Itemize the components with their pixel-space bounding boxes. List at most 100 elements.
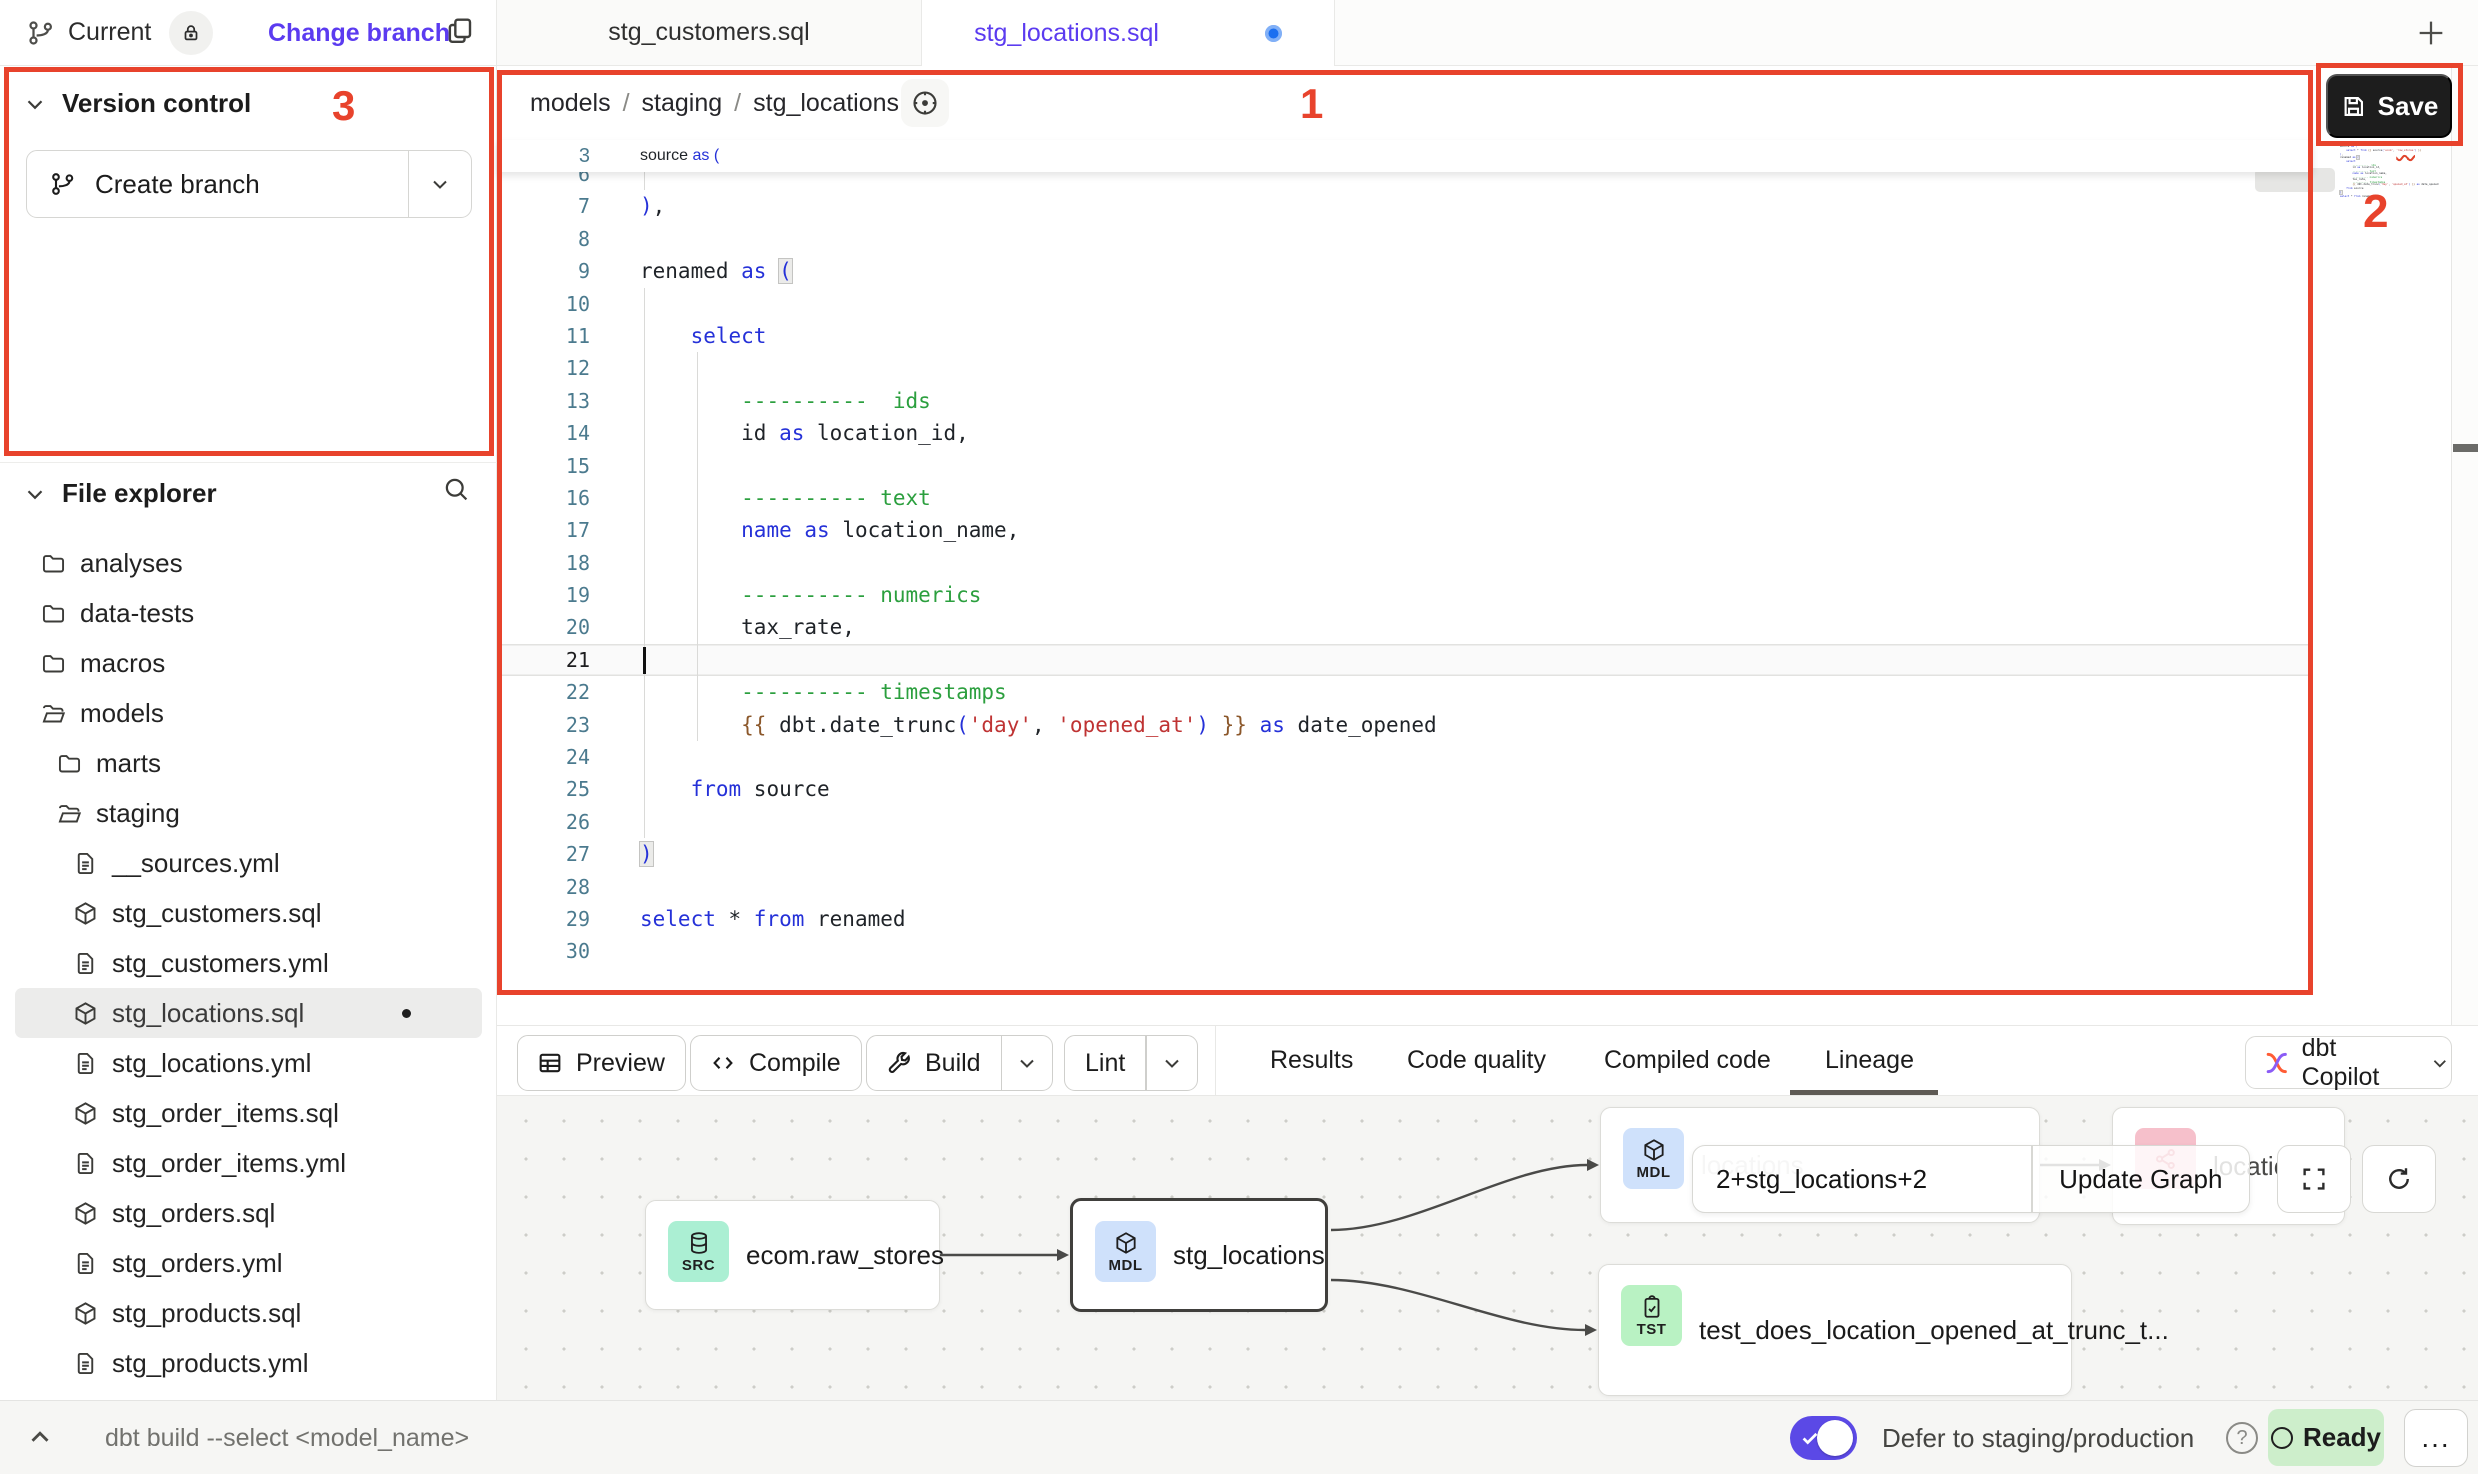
tab-compiled-code[interactable]: Compiled code (1604, 1026, 1771, 1095)
code-line[interactable]: 11 select (497, 320, 2313, 352)
version-control-title: Version control (62, 88, 251, 119)
folder-item-analyses[interactable]: analyses (15, 538, 482, 588)
breadcrumb: models/ staging/ stg_locations.sql (530, 66, 938, 140)
lint-dropdown[interactable] (1147, 1051, 1197, 1075)
status-badge[interactable]: Ready (2268, 1409, 2384, 1466)
preview-button[interactable]: Preview (517, 1035, 686, 1091)
folder-item-macros[interactable]: macros (15, 638, 482, 688)
change-branch-link[interactable]: Change branch (268, 0, 450, 66)
minimap[interactable]: withsource as ( select * from {{ source(… (2316, 140, 2451, 1022)
file-item-stg_products.sql[interactable]: stg_products.sql (15, 1288, 482, 1338)
file-label: stg_locations.yml (112, 1048, 311, 1079)
code-line[interactable]: 14 id as location_id, (497, 417, 2313, 449)
status-circle-icon (2271, 1427, 2293, 1449)
file-explorer-title: File explorer (62, 478, 217, 509)
line-number: 10 (497, 288, 590, 320)
code-line[interactable]: 21 (497, 644, 2313, 676)
tab-lineage[interactable]: Lineage (1825, 1026, 1914, 1095)
command-input[interactable]: dbt build --select <model_name> (105, 1401, 469, 1475)
code-line[interactable]: 29select * from renamed (497, 903, 2313, 935)
file-explorer-header[interactable]: File explorer (0, 478, 497, 509)
file-item-stg_products.yml[interactable]: stg_products.yml (15, 1338, 482, 1388)
code-line[interactable]: 24 (497, 741, 2313, 773)
breadcrumb-segment[interactable]: staging (642, 89, 723, 118)
breadcrumb-segment[interactable]: models (530, 89, 611, 118)
lineage-selector-input[interactable]: 2+stg_locations+2 (1693, 1164, 2031, 1195)
code-line[interactable]: 15 (497, 450, 2313, 482)
lineage-node-test[interactable]: TST test_does_location_opened_at_trunc_t… (1598, 1264, 2072, 1396)
folder-item-data-tests[interactable]: data-tests (15, 588, 482, 638)
code-line[interactable]: 25 from source (497, 773, 2313, 805)
file-item-stg_customers.sql[interactable]: stg_customers.sql (15, 888, 482, 938)
new-tab-button[interactable] (2406, 8, 2456, 58)
save-button[interactable]: Save (2326, 74, 2452, 138)
folder-item-models[interactable]: models (15, 688, 482, 738)
folder-item-staging[interactable]: staging (15, 788, 482, 838)
clipboard-check-icon (1639, 1294, 1665, 1320)
unsaved-dot (1265, 25, 1282, 42)
code-line[interactable]: 8 (497, 223, 2313, 255)
doc-icon (72, 1050, 99, 1077)
copilot-compass-icon[interactable] (901, 79, 949, 127)
code-line[interactable]: 12 (497, 352, 2313, 384)
code-line[interactable]: 7), (497, 190, 2313, 222)
update-graph-button[interactable]: Update Graph (2033, 1164, 2250, 1195)
code-editor[interactable]: 5 select * from {{ source('ecom', 'raw_s… (497, 140, 2313, 1025)
code-line[interactable]: 17 name as location_name, (497, 514, 2313, 546)
code-line[interactable]: 20 tax_rate, (497, 611, 2313, 643)
code-line[interactable]: 13 ---------- ids (497, 385, 2313, 417)
code-line[interactable]: 9renamed as ( (497, 255, 2313, 287)
dbt-copilot-button[interactable]: dbt Copilot (2245, 1036, 2452, 1089)
code-line[interactable]: 23 {{ dbt.date_trunc('day', 'opened_at')… (497, 709, 2313, 741)
file-label: __sources.yml (112, 848, 280, 879)
code-line[interactable]: 22 ---------- timestamps (497, 676, 2313, 708)
file-item-stg_locations.yml[interactable]: stg_locations.yml (15, 1038, 482, 1088)
tab-stg-locations[interactable]: stg_locations.sql (922, 0, 1335, 66)
code-line[interactable]: 3source as ( (497, 140, 2313, 172)
code-line[interactable]: 27) (497, 838, 2313, 870)
tab-code-quality[interactable]: Code quality (1407, 1026, 1546, 1095)
tab-stg-customers[interactable]: stg_customers.sql (497, 0, 922, 66)
folder-item-marts[interactable]: marts (15, 738, 482, 788)
fullscreen-button[interactable] (2277, 1145, 2351, 1213)
lineage-node-stg-locations[interactable]: MDL stg_locations (1070, 1198, 1328, 1312)
code-line[interactable]: 28 (497, 871, 2313, 903)
file-label: models (80, 698, 164, 729)
code-line[interactable]: 30 (497, 935, 2313, 967)
build-dropdown[interactable] (1002, 1051, 1052, 1075)
search-icon[interactable] (441, 474, 471, 504)
lint-button[interactable]: Lint (1064, 1035, 1198, 1091)
code-line[interactable]: 19 ---------- numerics (497, 579, 2313, 611)
doc-icon (72, 950, 99, 977)
code-line[interactable]: 26 (497, 806, 2313, 838)
chevron-up-icon[interactable] (22, 1419, 58, 1455)
panel-resize-gutter[interactable] (2451, 66, 2478, 1025)
resize-handle[interactable] (2453, 444, 2478, 452)
copy-icon[interactable] (444, 15, 476, 47)
code-line[interactable]: 16 ---------- text (497, 482, 2313, 514)
folder-icon (40, 600, 67, 627)
file-item-stg_order_items.sql[interactable]: stg_order_items.sql (15, 1088, 482, 1138)
create-branch-button[interactable]: Create branch (26, 150, 472, 218)
refresh-button[interactable] (2362, 1145, 2436, 1213)
lineage-canvas[interactable]: SRC ecom.raw_stores MDL stg_locations MD… (497, 1096, 2478, 1400)
file-item-stg_orders.sql[interactable]: stg_orders.sql (15, 1188, 482, 1238)
tab-results[interactable]: Results (1270, 1026, 1353, 1095)
defer-toggle[interactable] (1790, 1416, 1857, 1460)
line-number: 21 (497, 644, 590, 676)
file-item-stg_customers.yml[interactable]: stg_customers.yml (15, 938, 482, 988)
more-button[interactable]: ... (2404, 1409, 2468, 1467)
help-icon[interactable]: ? (2226, 1422, 2258, 1454)
lineage-node-source[interactable]: SRC ecom.raw_stores (645, 1200, 940, 1310)
create-branch-menu[interactable] (409, 172, 471, 196)
code-line[interactable]: 10 (497, 288, 2313, 320)
file-item-stg_orders.yml[interactable]: stg_orders.yml (15, 1238, 482, 1288)
compile-button[interactable]: Compile (690, 1035, 862, 1091)
build-button[interactable]: Build (866, 1035, 1053, 1091)
file-item-stg_order_items.yml[interactable]: stg_order_items.yml (15, 1138, 482, 1188)
file-item-stg_locations.sql[interactable]: stg_locations.sql (15, 988, 482, 1038)
doc-icon (72, 1150, 99, 1177)
file-item-__sources.yml[interactable]: __sources.yml (15, 838, 482, 888)
version-control-header[interactable]: Version control (0, 88, 497, 119)
code-line[interactable]: 18 (497, 547, 2313, 579)
